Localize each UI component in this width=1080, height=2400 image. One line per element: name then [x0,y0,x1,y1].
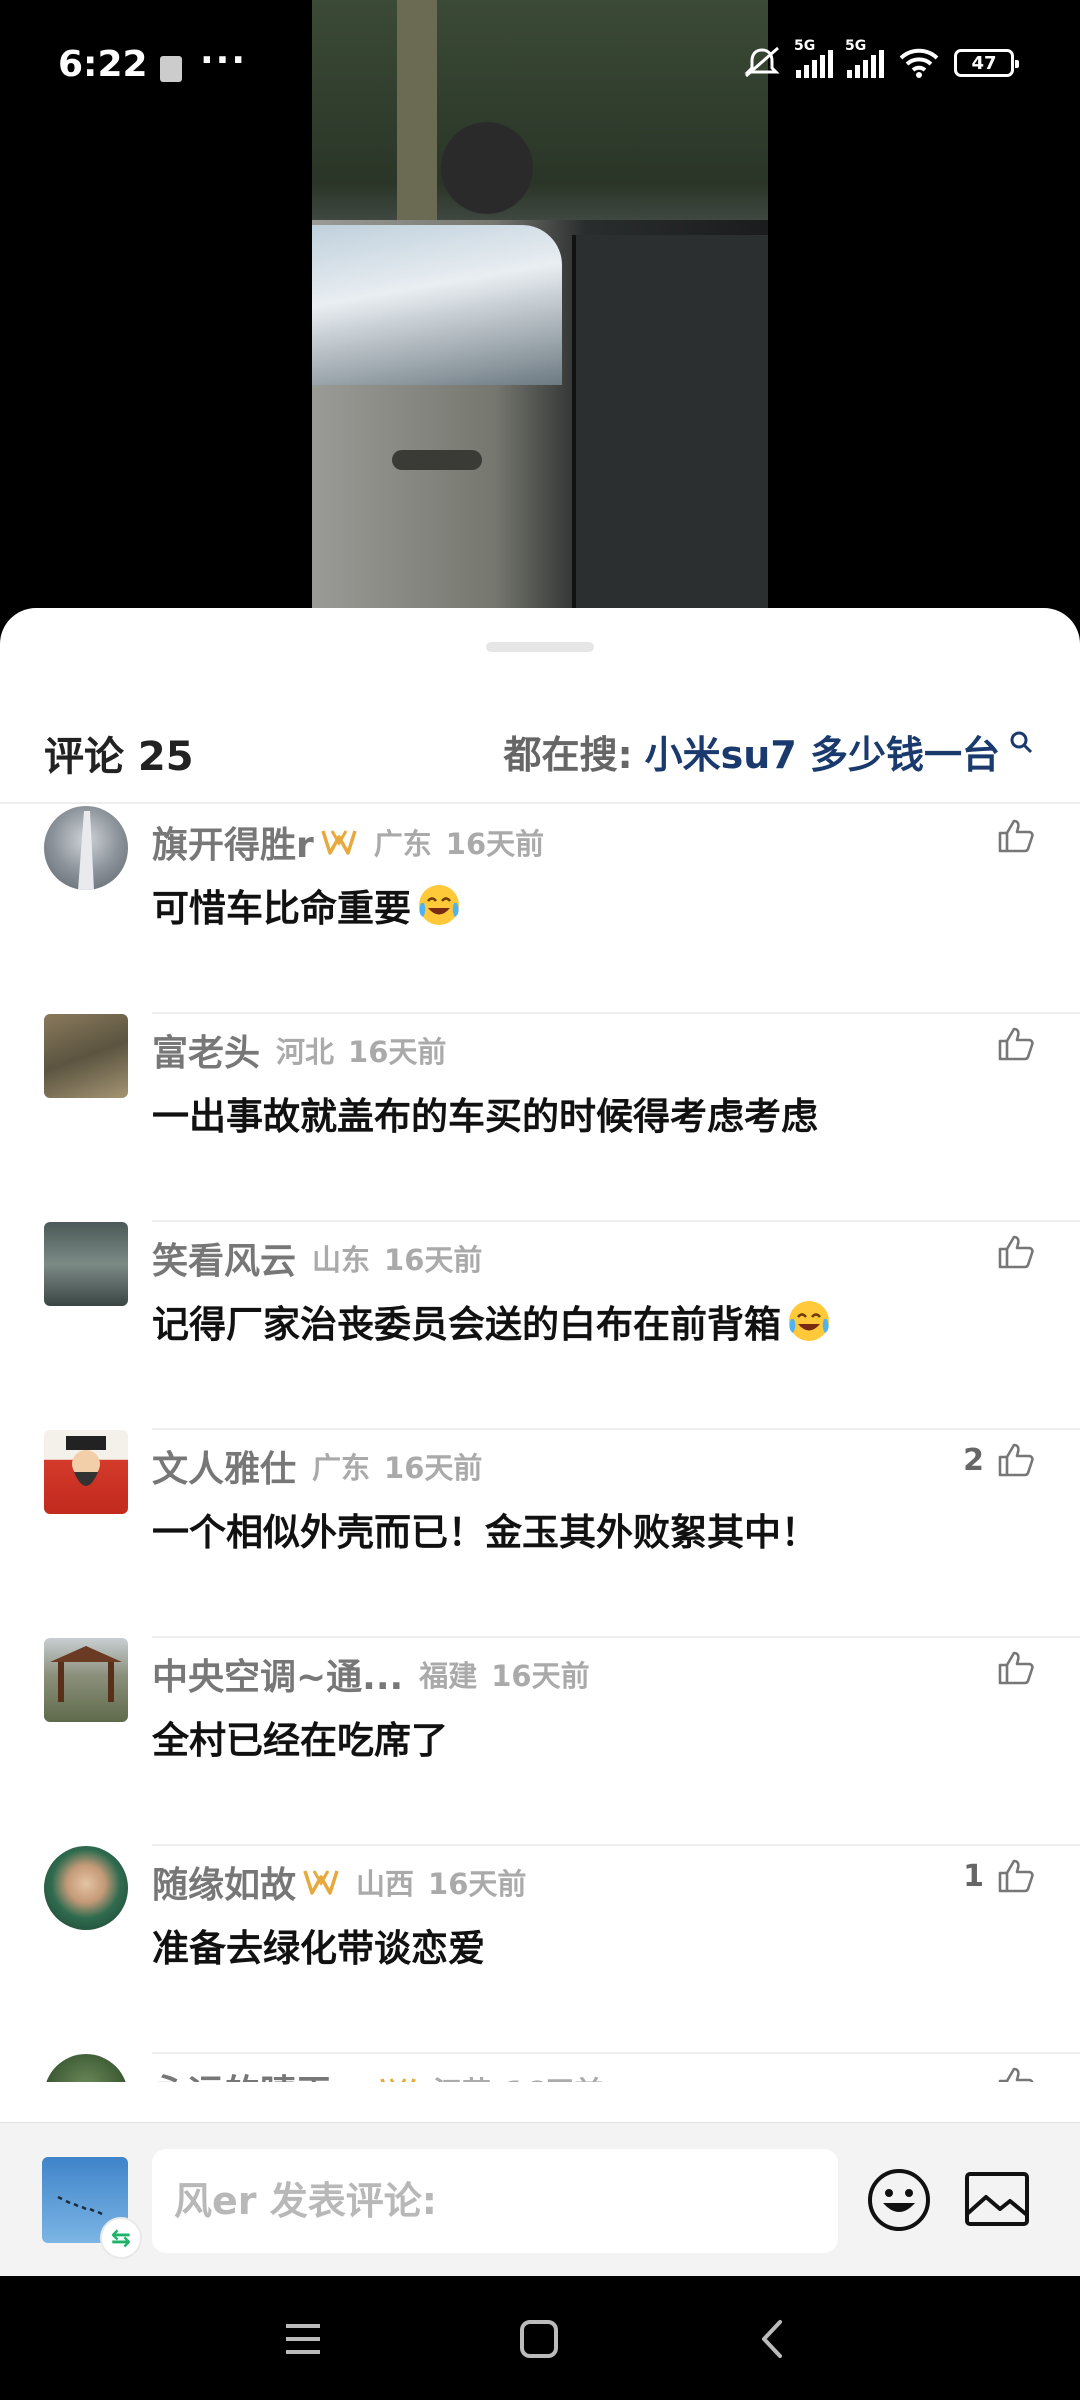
avatar[interactable] [44,1846,128,1930]
image-icon[interactable] [964,2169,1030,2229]
thumbs-up-icon [998,1027,1034,1061]
like-count: 1 [963,1858,984,1894]
crying-laughing-emoji-icon [419,885,459,925]
avatar[interactable] [44,1430,128,1514]
like-button[interactable]: 1 [963,1856,1036,1896]
hot-search-prefix: 都在搜: [503,733,633,777]
username[interactable]: 笑看风云 [152,1232,296,1284]
thumbs-up-icon [998,819,1034,853]
comment-sheet: 评论 25 都在搜: 小米su7 多少钱一台 旗开得胜r 广东 16天前 可惜车… [0,608,1080,2278]
more-notifications-icon: ··· [200,40,248,81]
vip-crown-icon [380,2078,416,2082]
username[interactable]: 随缘如故 [152,1856,296,1908]
avatar[interactable] [44,1014,128,1098]
drag-handle[interactable] [486,642,594,652]
mute-icon [744,46,780,78]
thumbs-up-icon [998,1235,1034,1269]
comment-input-bar: ⇆ [0,2122,1080,2276]
smiley-icon[interactable] [866,2167,932,2233]
like-button[interactable] [984,1648,1036,1688]
hot-search-query[interactable]: 小米su7 多少钱一台 [645,724,1000,779]
comment-text: 可惜车比命重要 [152,878,463,932]
comment-text: 准备去绿化带谈恋爱 [152,1927,485,1970]
username[interactable]: 文人雅仕 [152,1440,296,1492]
vip-crown-icon [303,1870,339,1895]
time: 16天前 [445,827,545,861]
search-icon [1010,731,1033,753]
avatar[interactable] [44,806,128,890]
username[interactable]: 旗开得胜r [152,816,314,868]
username[interactable]: 富老头 [152,1024,260,1076]
time: 16天前 [428,1867,527,1901]
comment-item: 旗开得胜r 广东 16天前 可惜车比命重要 [0,806,1080,1014]
like-button[interactable]: 2 [963,1440,1036,1480]
time: 16天前 [384,1451,483,1485]
home-icon[interactable] [516,2316,562,2362]
comment-item: 随缘如故 山西 16天前 准备去绿化带谈恋爱 1 [0,1846,1080,2054]
comment-item: 富老头 河北 16天前 一出事故就盖布的车买的时候得考虑考虑 [0,1014,1080,1222]
menu-icon[interactable] [280,2316,326,2362]
like-button[interactable] [984,1024,1036,1064]
avatar[interactable] [44,2054,128,2082]
comment-item: 永远的晴天... 江苏 16天前 [0,2054,1080,2082]
like-button[interactable] [984,2064,1036,2082]
region: 江苏 [433,2069,491,2082]
avatar[interactable] [44,1638,128,1722]
system-nav-bar [0,2276,1080,2400]
avatar[interactable] [44,1222,128,1306]
region: 广东 [373,827,432,861]
region: 山西 [356,1867,415,1901]
region: 福建 [419,1659,478,1693]
time: 16天前 [491,1659,590,1693]
thumbs-up-icon [998,1651,1034,1685]
like-count: 2 [963,1442,984,1478]
crying-laughing-emoji-icon [789,1301,829,1341]
comment-item: 文人雅仕 广东 16天前 一个相似外壳而已！金玉其外败絮其中！ 2 [0,1430,1080,1638]
back-icon[interactable] [750,2316,796,2362]
thumbs-up-icon [998,1443,1034,1477]
signal-icon-1: 5G [794,38,833,78]
wifi-icon [899,48,939,78]
signal-icon-2: 5G [845,38,884,78]
battery-icon: 47 [954,49,1019,77]
comment-list[interactable]: 旗开得胜r 广东 16天前 可惜车比命重要 富老头 河北 16天前 一出事故就盖… [0,806,1080,2082]
comment-text: 一个相似外壳而已！金玉其外败絮其中！ [152,1511,818,1554]
status-time: 6:22 [58,44,148,85]
comment-item: 中央空调~通... 福建 16天前 全村已经在吃席了 [0,1638,1080,1846]
comment-count-title: 评论 25 [44,734,194,780]
hot-search-link[interactable]: 都在搜: 小米su7 多少钱一台 [503,724,1034,779]
switch-account-icon[interactable]: ⇆ [100,2217,142,2259]
thumbs-up-icon [998,2067,1034,2082]
like-button[interactable] [984,816,1036,856]
my-avatar[interactable]: ⇆ [42,2157,142,2259]
thumbs-up-icon [998,1859,1034,1893]
username[interactable]: 永远的晴天... [152,2064,373,2082]
vip-crown-icon [321,830,357,855]
comment-text: 一出事故就盖布的车买的时候得考虑考虑 [152,1095,818,1138]
person-figure [422,120,552,280]
like-button[interactable] [984,1232,1036,1272]
time: 16天前 [384,1243,483,1277]
time: 16天前 [505,2069,603,2082]
notification-icon [160,56,182,82]
region: 河北 [276,1035,335,1069]
comment-item: 笑看风云 山东 16天前 记得厂家治丧委员会送的白布在前背箱 [0,1222,1080,1430]
username[interactable]: 中央空调~通... [152,1648,403,1700]
comment-text: 记得厂家治丧委员会送的白布在前背箱 [152,1294,833,1348]
comment-header: 评论 25 都在搜: 小米su7 多少钱一台 [0,708,1080,804]
region: 广东 [312,1451,371,1485]
time: 16天前 [348,1035,447,1069]
comment-text: 全村已经在吃席了 [152,1719,448,1762]
comment-input[interactable] [152,2149,838,2253]
status-bar: 6:22 ··· 5G 5G 47 [0,0,1080,140]
region: 山东 [312,1243,371,1277]
